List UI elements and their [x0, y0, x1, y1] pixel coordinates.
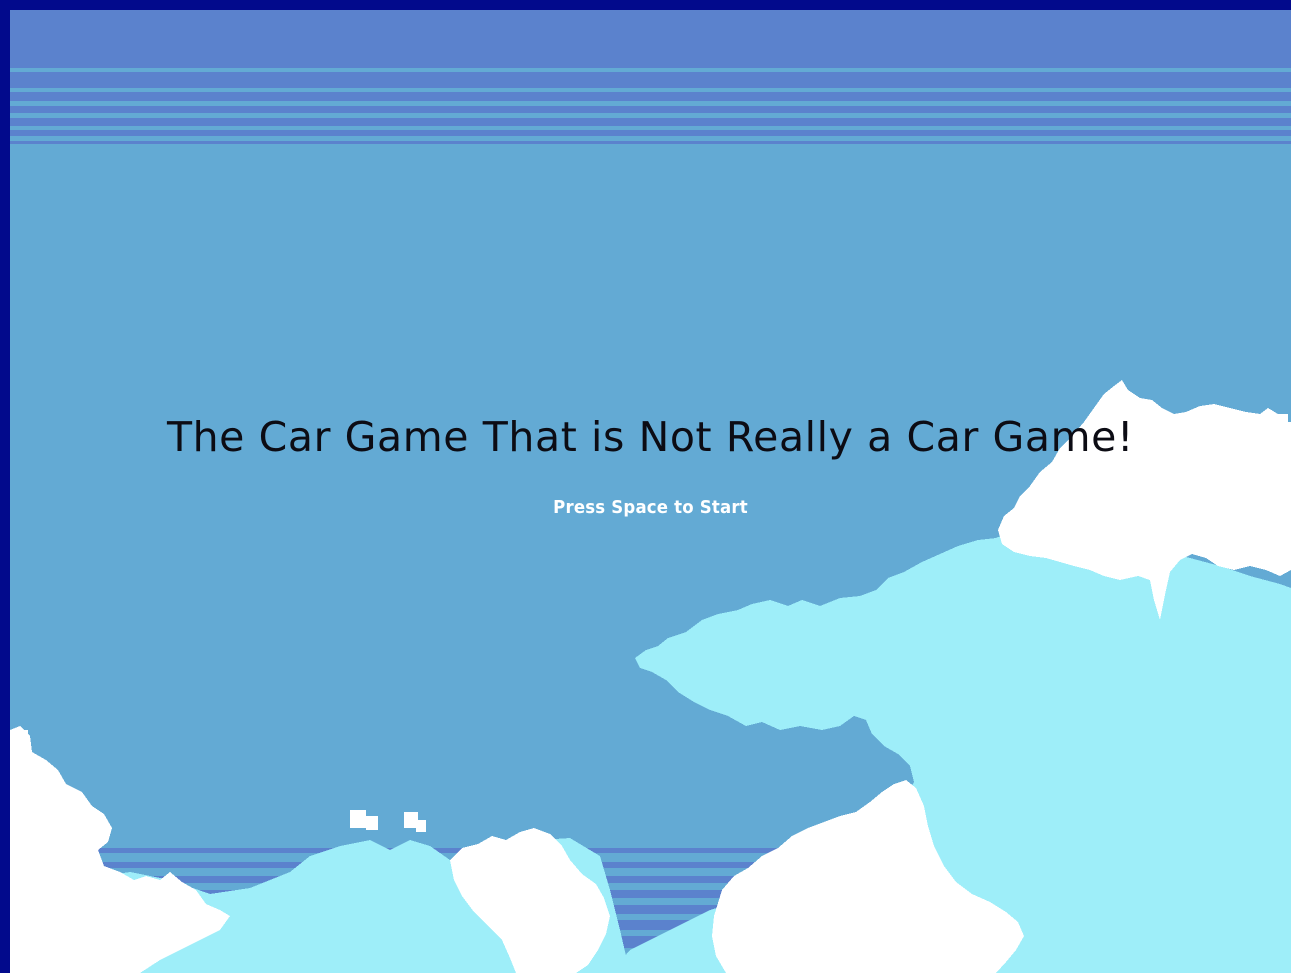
start-prompt: Press Space to Start [553, 497, 748, 518]
sky-background [10, 10, 1291, 973]
title-screen[interactable]: The Car Game That is Not Really a Car Ga… [10, 10, 1291, 973]
sky-top-bands [10, 10, 1291, 144]
game-title: The Car Game That is Not Really a Car Ga… [166, 413, 1135, 461]
game-window[interactable]: The Car Game That is Not Really a Car Ga… [0, 0, 1291, 973]
